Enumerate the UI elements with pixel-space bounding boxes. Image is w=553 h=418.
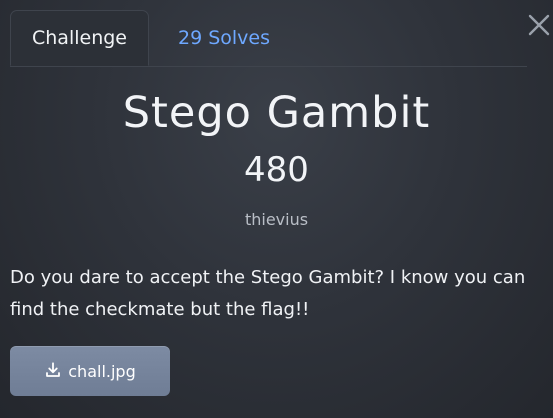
challenge-points: 480 <box>244 150 309 190</box>
challenge-description: Do you dare to accept the Stego Gambit? … <box>10 267 526 320</box>
tab-solves-label: 29 Solves <box>177 27 270 49</box>
tab-solves[interactable]: 29 Solves <box>165 10 283 66</box>
challenge-author: thievius <box>244 210 309 229</box>
tab-challenge-label: Challenge <box>32 27 127 49</box>
challenge-tabs: Challenge 29 Solves <box>10 10 527 67</box>
tab-challenge[interactable]: Challenge <box>10 10 149 66</box>
challenge-modal: Challenge 29 Solves Stego Gambit 480 thi… <box>0 0 553 418</box>
close-icon <box>527 13 551 37</box>
download-icon <box>44 361 62 379</box>
attachment-filename: chall.jpg <box>68 361 136 381</box>
challenge-title: Stego Gambit <box>122 88 431 138</box>
close-button[interactable] <box>527 13 551 37</box>
download-attachment-button[interactable]: chall.jpg <box>10 346 170 396</box>
